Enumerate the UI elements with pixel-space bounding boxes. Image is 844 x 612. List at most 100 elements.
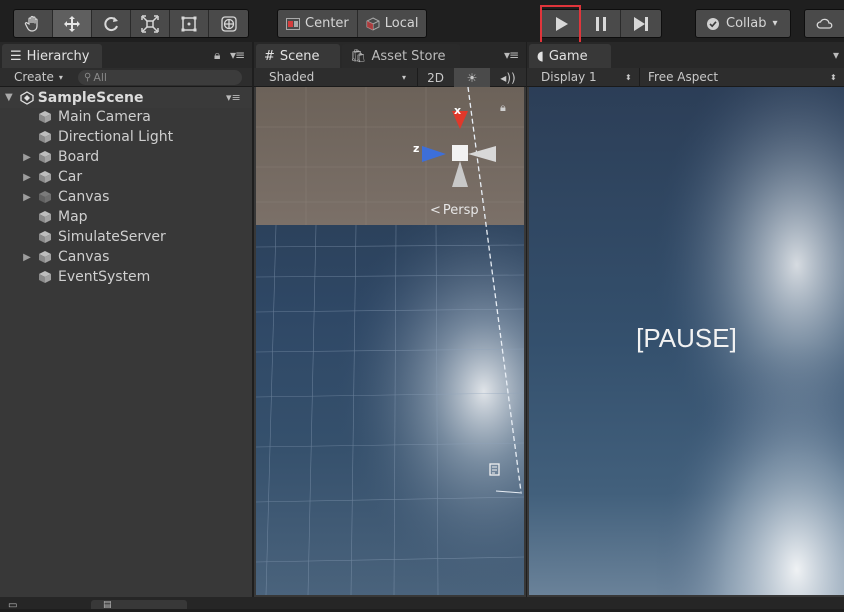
tab-scene[interactable]: # Scene xyxy=(256,44,340,68)
hierarchy-search[interactable]: ⚲ All xyxy=(78,70,242,85)
move-tool-button[interactable] xyxy=(53,10,92,37)
hierarchy-item[interactable]: ▶ Car xyxy=(0,167,251,187)
hierarchy-item-label: EventSystem xyxy=(58,269,151,285)
pivot-label: Center xyxy=(305,16,349,31)
chevron-down-icon: ▾ xyxy=(402,72,407,82)
hierarchy-item[interactable]: ▶ Canvas xyxy=(0,247,251,267)
aspect-dropdown[interactable]: Free Aspect ⬍ xyxy=(648,70,838,84)
space-toggle-button[interactable]: Local xyxy=(358,10,427,37)
game-viewport[interactable]: [PAUSE] xyxy=(529,87,844,595)
hierarchy-item-label: Car xyxy=(58,169,83,185)
shading-mode-label: Shaded xyxy=(269,70,315,84)
hierarchy-item[interactable]: ▶ Canvas xyxy=(0,187,251,207)
hierarchy-item-label: Map xyxy=(58,209,88,225)
gizmo-neg-y-axis-icon[interactable] xyxy=(452,161,468,187)
audio-toggle-button[interactable]: ◂)) xyxy=(491,68,525,87)
pivot-toggle-button[interactable]: Center xyxy=(278,10,358,37)
tab-console[interactable]: ▤ xyxy=(91,600,187,610)
scale-tool-button[interactable] xyxy=(131,10,170,37)
scene-header-row[interactable]: ▼ SampleScene ▾≡ xyxy=(0,87,252,108)
gameobject-cube-icon xyxy=(39,131,51,143)
transform-icon xyxy=(220,15,237,32)
toggle-2d-button[interactable]: 2D xyxy=(417,68,453,87)
tab-game[interactable]: ◖ Game xyxy=(529,44,611,68)
expand-arrow-icon[interactable]: ▶ xyxy=(22,172,32,183)
stepper-icon: ⬍ xyxy=(830,72,837,82)
space-label: Local xyxy=(384,16,419,31)
persp-label: Persp xyxy=(442,203,479,218)
hierarchy-item[interactable]: Main Camera xyxy=(0,107,251,127)
hierarchy-item[interactable]: Directional Light xyxy=(0,127,251,147)
expand-arrow-icon[interactable]: ▶ xyxy=(22,192,32,203)
chevron-left-icon: < xyxy=(430,203,441,218)
scene-menu-icon[interactable]: ▾≡ xyxy=(226,91,241,104)
pivot-center-icon xyxy=(286,17,300,30)
shopping-bag-icon: 🛍︎ xyxy=(350,48,367,64)
asset-store-tab-label: Asset Store xyxy=(371,48,446,64)
lighting-toggle-button[interactable]: ☀ xyxy=(454,68,490,87)
play-controls-group xyxy=(540,9,662,38)
gameobject-cube-icon xyxy=(39,151,51,163)
pause-button[interactable] xyxy=(581,10,621,37)
play-icon xyxy=(555,16,568,31)
object-marker-icon[interactable] xyxy=(488,462,502,478)
hierarchy-item[interactable]: EventSystem xyxy=(0,267,251,287)
gizmo-z-axis-icon[interactable] xyxy=(422,146,446,162)
hierarchy-item-label: Main Camera xyxy=(58,109,151,125)
gizmo-neg-x-axis-icon[interactable] xyxy=(468,146,496,162)
scene-name: SampleScene xyxy=(37,89,144,106)
shading-mode-dropdown[interactable]: Shaded ▾ xyxy=(269,70,411,84)
hierarchy-toolbar: Create ▾ ⚲ All xyxy=(0,68,252,87)
pause-icon xyxy=(595,16,606,31)
tab-hierarchy[interactable]: ☰ Hierarchy xyxy=(2,44,102,68)
move-icon xyxy=(64,15,80,32)
gameobject-cube-icon xyxy=(39,171,51,183)
create-dropdown[interactable]: Create ▾ xyxy=(14,70,63,84)
collab-button[interactable]: Collab ▾ xyxy=(696,10,788,37)
gizmo-center-cube-icon[interactable] xyxy=(452,145,468,161)
panel-menu-icon[interactable]: ▾≡ xyxy=(504,48,519,62)
stepper-icon: ⬍ xyxy=(625,72,632,82)
scene-tab-label: Scene xyxy=(279,48,320,64)
perspective-toggle[interactable]: < Persp xyxy=(430,203,479,218)
rotate-tool-button[interactable] xyxy=(92,10,131,37)
lock-icon[interactable]: 🔒︎ xyxy=(500,101,506,115)
hierarchy-item[interactable]: SimulateServer xyxy=(0,227,251,247)
tab-project[interactable]: ▭ xyxy=(8,600,17,612)
tab-asset-store[interactable]: 🛍︎ Asset Store xyxy=(342,44,460,68)
scene-viewport[interactable]: x z 🔒︎ < Persp xyxy=(256,87,524,595)
chevron-down-icon: ▾ xyxy=(58,72,63,82)
hand-tool-button[interactable] xyxy=(14,10,53,37)
panel-menu-icon[interactable]: ▾ xyxy=(833,48,839,62)
step-button[interactable] xyxy=(621,10,661,37)
gizmo-z-label: z xyxy=(413,142,420,155)
cloud-button[interactable] xyxy=(804,9,844,38)
cloud-icon xyxy=(816,18,833,29)
hierarchy-item[interactable]: ▶ Board xyxy=(0,147,251,167)
gameobject-cube-icon xyxy=(39,211,51,223)
play-button[interactable] xyxy=(541,10,581,37)
hierarchy-item-label: Directional Light xyxy=(58,129,174,145)
hierarchy-tabstrip: ☰ Hierarchy 🔒︎ ▾≡ xyxy=(0,42,252,68)
display-dropdown[interactable]: Display 1 ⬍ xyxy=(541,70,632,84)
hierarchy-item[interactable]: Map xyxy=(0,207,251,227)
search-placeholder: All xyxy=(93,71,107,84)
toolbar-divider xyxy=(639,68,640,87)
expand-arrow-icon[interactable]: ▶ xyxy=(22,252,32,263)
pivot-space-group: Center Local xyxy=(277,9,428,38)
hierarchy-item-label: SimulateServer xyxy=(58,229,166,245)
game-panel: ◖ Game ▾ Display 1 ⬍ Free Aspect ⬍ [PAUS… xyxy=(527,42,844,597)
cloud-services-button[interactable] xyxy=(805,10,844,37)
expand-arrow-icon[interactable]: ▶ xyxy=(22,152,32,163)
game-tab-label: Game xyxy=(548,48,588,64)
folder-icon: ▭ xyxy=(8,600,18,611)
scene-tabstrip: # Scene 🛍︎ Asset Store ▾≡ xyxy=(254,42,526,68)
panel-menu-icon[interactable]: ▾≡ xyxy=(230,48,245,62)
transform-tool-button[interactable] xyxy=(209,10,248,37)
rect-tool-button[interactable] xyxy=(170,10,209,37)
lock-icon[interactable]: 🔒︎ xyxy=(214,48,220,63)
collab-dropdown[interactable]: Collab ▾ xyxy=(695,9,791,38)
expand-arrow-icon[interactable]: ▼ xyxy=(5,92,13,103)
gameobject-cube-icon xyxy=(39,111,51,123)
rotate-icon xyxy=(104,16,118,31)
